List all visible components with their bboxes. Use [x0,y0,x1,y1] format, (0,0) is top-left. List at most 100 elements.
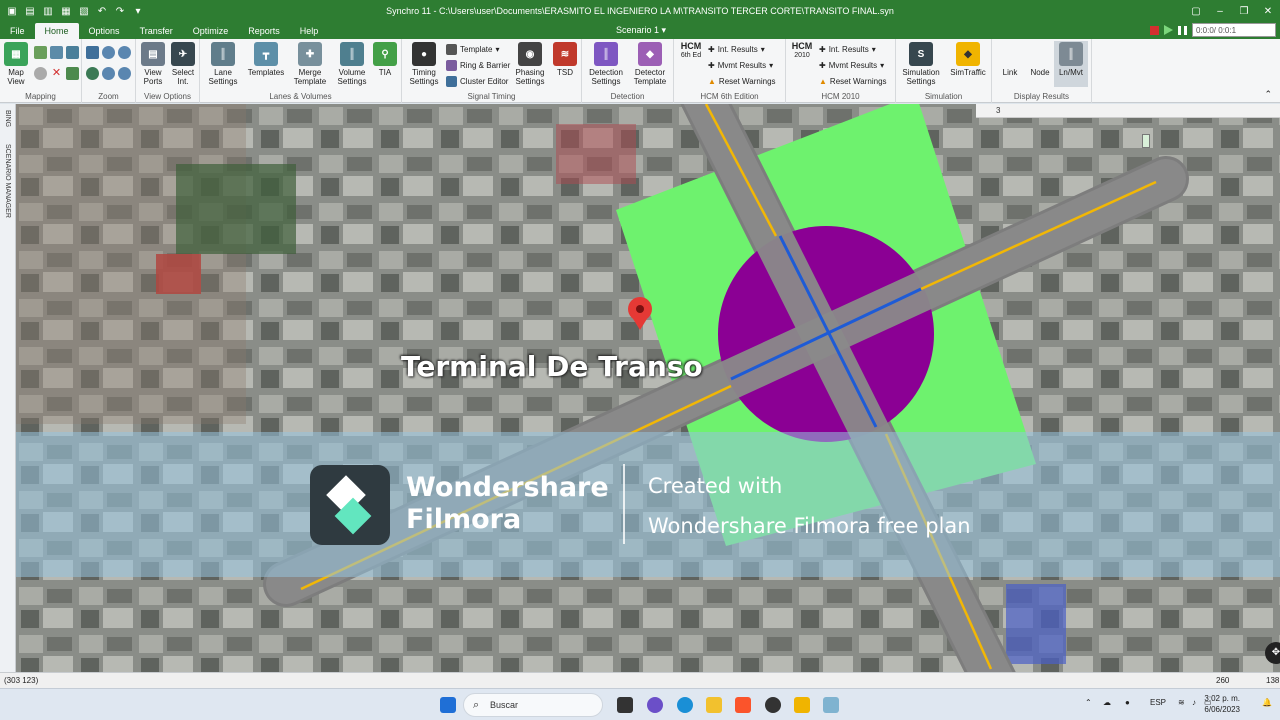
open-icon[interactable]: ▥ [42,5,54,17]
zoom-out-icon[interactable] [118,46,131,59]
close-button[interactable]: ✕ [1256,0,1280,22]
transform-icon[interactable] [66,67,79,80]
hcm2010-mvmt-results[interactable]: ✚ Mvmt Results ▾ [819,58,884,72]
tsd-button[interactable]: ≋ TSD [552,42,578,77]
simulation-settings-button[interactable]: S Simulation Settings [900,42,942,86]
clock-date: 6/06/2023 [1204,705,1240,714]
map-view[interactable]: Terminal De Transo Wondershare Filmora C… [16,104,1280,672]
detector-template-button[interactable]: ◆ Detector Template [630,42,670,86]
play-icon[interactable] [1164,25,1173,35]
brave-icon[interactable] [735,697,751,713]
chat-icon[interactable] [647,697,663,713]
app-icon: ▣ [7,5,17,17]
app-icon-dark[interactable] [765,697,781,713]
pause-icon[interactable] [1178,25,1187,35]
status-y-value: 138 [1266,676,1280,685]
synchro-taskbar-icon[interactable] [823,697,839,713]
tab-options[interactable]: Options [79,23,130,39]
grid-tool-icon[interactable] [66,46,79,59]
save-icon[interactable]: ▤ [24,5,36,17]
merge-template-button[interactable]: ✚ Merge Template [290,42,330,86]
collapse-ribbon-icon[interactable]: ⌃ [1264,89,1272,100]
notification-icon[interactable]: 🔔 [1262,698,1272,707]
minimize-button[interactable]: – [1208,0,1232,22]
map-canvas[interactable] [16,104,1280,672]
scroll-handle-icon[interactable]: ✥ [1265,642,1280,664]
bing-tab[interactable]: BING [4,110,11,127]
detection-settings-label: Detection Settings [589,68,623,86]
cluster-editor-button[interactable]: Cluster Editor [446,74,508,88]
map-view-button[interactable]: ▦ Map View [3,42,29,86]
task-view-icon[interactable] [617,697,633,713]
zoom-all-icon[interactable] [86,67,99,80]
tab-help[interactable]: Help [290,23,329,39]
simtraffic-button[interactable]: ◆ SimTraffic [948,42,988,77]
node-tool-icon[interactable] [34,46,47,59]
simulation-time-field[interactable]: 0:0:0/ 0:0:1 [1192,23,1276,37]
node-display-icon [1028,42,1052,66]
undo-icon[interactable]: ↶ [96,5,108,17]
hcm6-int-results-label: Int. Results [717,44,758,54]
cloud-icon[interactable]: ☁ [1103,698,1111,707]
zoom-previous-icon[interactable] [118,67,131,80]
tab-file[interactable]: File [0,23,35,39]
group-detection: ║ Detection Settings ◆ Detector Template… [582,39,674,103]
link-tool-icon[interactable] [50,46,63,59]
select-int-button[interactable]: ✈ Select Int. [169,42,197,86]
volume-settings-button[interactable]: ║ Volume Settings [334,42,370,86]
tab-optimize[interactable]: Optimize [183,23,239,39]
hcm2010-reset-warnings[interactable]: ▲ Reset Warnings [819,74,887,88]
hcm6-reset-warnings[interactable]: ▲ Reset Warnings [708,74,776,88]
report-icon[interactable]: ▧ [78,5,90,17]
timing-settings-button[interactable]: ● Timing Settings [406,42,442,86]
tia-button[interactable]: ⚲ TIA [372,42,398,77]
scenario-selector[interactable]: Scenario 1 ▾ [616,23,666,37]
language-indicator[interactable]: ESP [1150,698,1166,707]
pan-icon[interactable] [86,46,99,59]
phasing-settings-button[interactable]: ◉ Phasing Settings [512,42,548,86]
hcm6-int-results[interactable]: ✚ Int. Results ▾ [708,42,765,56]
windows-start-icon[interactable] [440,697,456,713]
node-button[interactable]: Node [1026,42,1054,77]
maximize-button[interactable]: ❐ [1232,0,1256,22]
ln-mvt-button[interactable]: ║ Ln/Mvt [1054,41,1088,87]
ring-barrier-button[interactable]: Ring & Barrier [446,58,510,72]
volume-icon[interactable]: ♪ [1192,698,1196,707]
simtraffic-taskbar-icon[interactable] [794,697,810,713]
stop-icon[interactable] [1150,25,1159,35]
zoom-in-icon[interactable] [102,46,115,59]
lane-settings-button[interactable]: ║ Lane Settings [204,42,242,86]
zoom-window-icon[interactable] [102,67,115,80]
restore-layout-icon[interactable]: ▢ [1184,0,1208,22]
print-icon[interactable]: ▦ [60,5,72,17]
customize-icon[interactable]: ▾ [132,5,144,17]
link-button[interactable]: Link [996,42,1024,77]
wifi-icon[interactable]: ≋ [1178,698,1185,707]
edge-icon[interactable] [677,697,693,713]
tray-chevron-icon[interactable]: ⌃ [1085,698,1092,707]
microphone-icon[interactable]: ● [1125,698,1130,707]
map-info-field[interactable]: 3 [976,104,1280,118]
detection-settings-button[interactable]: ║ Detection Settings [586,42,626,86]
tab-transfer[interactable]: Transfer [130,23,183,39]
tab-home[interactable]: Home [34,23,79,39]
view-ports-button[interactable]: ▤ View Ports [139,42,167,86]
circle-tool-icon[interactable] [34,67,47,80]
taskbar-clock[interactable]: 3:02 p. m. 6/06/2023 [1204,693,1240,715]
file-explorer-icon[interactable] [706,697,722,713]
windows-taskbar: ⌕ Buscar ⌃ ☁ ● ESP ≋ ♪ ▭ 3:02 p. m. 6/06… [0,688,1280,720]
group-hcm2010: HCM 2010 ✚ Int. Results ▾ ✚ Mvmt Results ▾ ▲… [786,39,896,103]
scenario-manager-tab[interactable]: SCENARIO MANAGER [4,144,11,218]
template-dropdown[interactable]: Template ▾ [446,42,499,56]
taskbar-search[interactable]: ⌕ Buscar [463,693,603,717]
scenario-label: Scenario 1 [616,25,660,35]
hcm2010-int-results[interactable]: ✚ Int. Results ▾ [819,42,876,56]
hcm6-mvmt-results[interactable]: ✚ Mvmt Results ▾ [708,58,773,72]
redo-icon[interactable]: ↷ [114,5,126,17]
tab-reports[interactable]: Reports [238,23,290,39]
delete-icon[interactable]: ✕ [50,67,63,80]
poi-label: Terminal De Transo [401,350,703,383]
timing-settings-label: Timing Settings [409,68,439,86]
templates-button[interactable]: ┳ Templates [246,42,286,77]
group-zoom: Zoom [82,39,136,103]
